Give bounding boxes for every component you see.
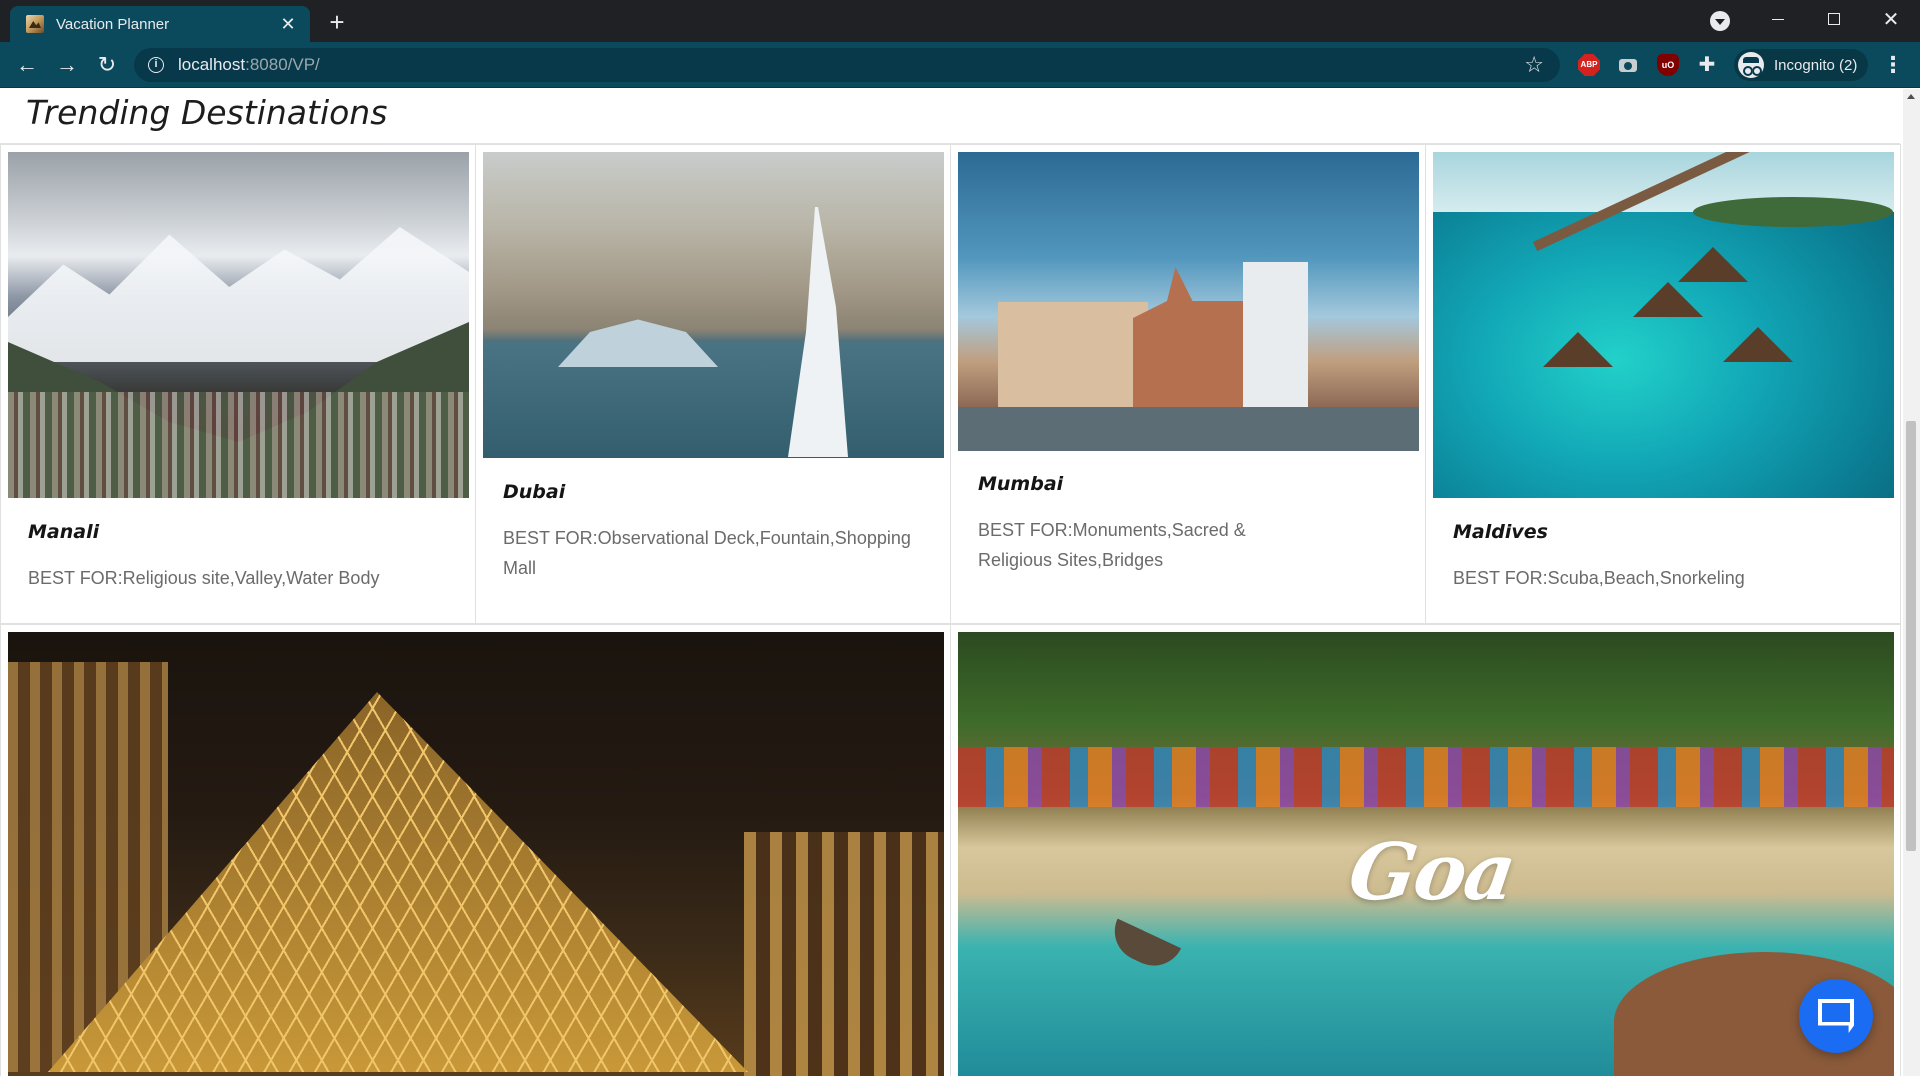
destination-card-manali[interactable]: Manali BEST FOR:Religious site,Valley,Wa…	[0, 144, 476, 624]
url-text[interactable]: localhost:8080/VP/	[178, 55, 320, 75]
destination-card-maldives[interactable]: Maldives BEST FOR:Scuba,Beach,Snorkeling	[1425, 144, 1901, 624]
incognito-label: Incognito (2)	[1774, 56, 1858, 74]
puzzle-icon[interactable]: ✚	[1696, 54, 1718, 76]
star-icon[interactable]: ☆	[1524, 52, 1544, 78]
url-path: :8080/VP/	[245, 55, 320, 74]
destination-name[interactable]: Mumbai	[978, 473, 1063, 495]
maldives-image	[1433, 152, 1894, 498]
close-window-button[interactable]: ✕	[1868, 0, 1914, 40]
url-host: localhost	[178, 55, 246, 74]
address-bar[interactable]: i localhost:8080/VP/ ☆	[134, 48, 1560, 82]
close-tab-icon[interactable]: ✕	[278, 15, 298, 33]
browser-tab[interactable]: Vacation Planner ✕	[10, 6, 310, 42]
destination-name[interactable]: Manali	[28, 521, 99, 543]
destination-best-for: BEST FOR:Religious site,Valley,Water Bod…	[28, 568, 380, 588]
info-icon[interactable]: i	[148, 57, 164, 73]
mumbai-image	[958, 152, 1419, 451]
destination-best-for: BEST FOR:Observational Deck,Fountain,Sho…	[503, 528, 911, 578]
destination-best-for: BEST FOR:Scuba,Beach,Snorkeling	[1453, 568, 1745, 588]
manali-image	[8, 152, 469, 498]
page-scrollbar[interactable]	[1903, 89, 1920, 1076]
louvre-image	[8, 632, 944, 1076]
goa-image: Goa	[958, 632, 1894, 1076]
new-tab-button[interactable]: +	[322, 8, 352, 38]
destination-name[interactable]: Dubai	[503, 481, 565, 503]
destination-card-mumbai[interactable]: Mumbai BEST FOR:Monuments,Sacred & Relig…	[950, 144, 1426, 624]
reload-icon[interactable]: ↻	[92, 50, 122, 80]
menu-icon[interactable]: ⋮	[1882, 50, 1904, 80]
tab-title: Vacation Planner	[56, 15, 170, 33]
page-viewport: Trending Destinations Manali BEST FOR:Re…	[0, 89, 1920, 1076]
maximize-button[interactable]	[1810, 0, 1856, 40]
page-title: Trending Destinations	[26, 93, 388, 132]
minimize-button[interactable]	[1755, 0, 1801, 40]
adblock-icon[interactable]: ABP	[1578, 54, 1600, 76]
featured-card-louvre[interactable]	[0, 624, 951, 1076]
destination-name[interactable]: Maldives	[1453, 521, 1548, 543]
incognito-profile-button[interactable]: Incognito (2)	[1734, 49, 1868, 81]
browser-titlebar: Vacation Planner ✕ + ✕	[0, 0, 1920, 42]
scrollbar-thumb[interactable]	[1906, 421, 1916, 851]
destination-card-dubai[interactable]: Dubai BEST FOR:Observational Deck,Founta…	[475, 144, 951, 624]
browser-toolbar: ← → ↻ i localhost:8080/VP/ ☆ ABP uO ✚ In…	[0, 42, 1920, 88]
chat-button[interactable]	[1799, 979, 1873, 1053]
favicon-icon	[26, 15, 44, 33]
destination-best-for: BEST FOR:Monuments,Sacred & Religious Si…	[978, 520, 1246, 570]
camera-icon[interactable]	[1617, 54, 1639, 76]
chat-icon	[1818, 999, 1854, 1033]
forward-icon[interactable]: →	[52, 50, 82, 80]
tab-search-icon[interactable]	[1710, 11, 1730, 31]
back-icon[interactable]: ←	[12, 50, 42, 80]
scroll-up-icon[interactable]	[1907, 94, 1915, 99]
ublock-icon[interactable]: uO	[1657, 54, 1679, 76]
goa-image-label: Goa	[1343, 827, 1520, 918]
dubai-image	[483, 152, 944, 458]
incognito-icon	[1738, 52, 1764, 78]
featured-card-goa[interactable]: Goa	[950, 624, 1901, 1076]
